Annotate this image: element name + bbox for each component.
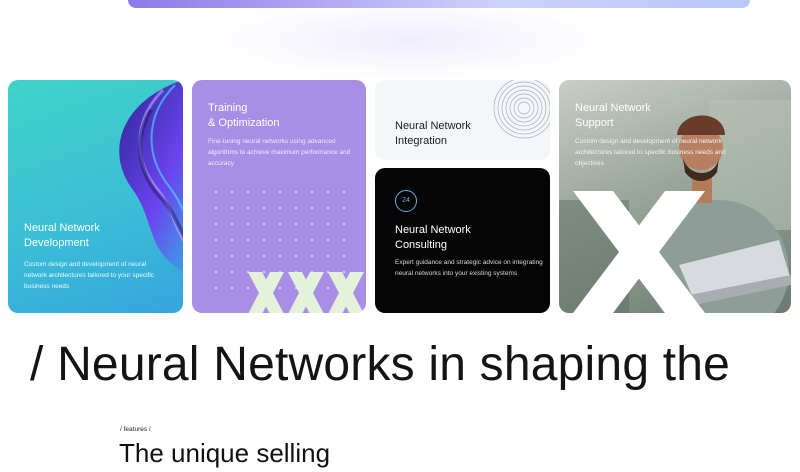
service-card-development[interactable]: Neural Network Development Custom design… bbox=[8, 80, 183, 313]
card-description: Expert guidance and strategic advice on … bbox=[395, 259, 543, 277]
service-card-integration[interactable]: Neural Network Integration bbox=[375, 80, 550, 160]
card-title: Neural Network Integration bbox=[395, 120, 471, 147]
features-title: The unique selling bbox=[119, 438, 331, 468]
service-card-consulting[interactable]: 24 Neural Network Consulting Expert guid… bbox=[375, 168, 550, 313]
card-description: Custom design and development of neural … bbox=[24, 261, 155, 290]
x-logo-icon bbox=[573, 191, 705, 313]
background-glow bbox=[200, 0, 620, 80]
hero-banner-edge bbox=[128, 0, 750, 8]
features-eyebrow: / features / bbox=[120, 426, 151, 433]
card-title: Neural Network Development bbox=[24, 222, 100, 249]
service-card-training[interactable]: Training & Optimization Fine-tuning neur… bbox=[192, 80, 366, 313]
service-card-support[interactable]: Neural Network Support Custom design and… bbox=[559, 80, 791, 313]
card-title: Neural Network Consulting bbox=[395, 224, 471, 251]
card-description: Custom design and development of neural … bbox=[575, 138, 726, 167]
card-description: Fine-tuning neural networks using advanc… bbox=[208, 138, 351, 167]
card-title: Training & Optimization bbox=[208, 102, 280, 129]
xxx-logo-icon bbox=[248, 272, 364, 313]
card-title: Neural Network Support bbox=[575, 102, 651, 129]
section-headline: / Neural Networks in shaping the bbox=[30, 338, 731, 391]
support-24-icon: 24 bbox=[395, 190, 417, 212]
